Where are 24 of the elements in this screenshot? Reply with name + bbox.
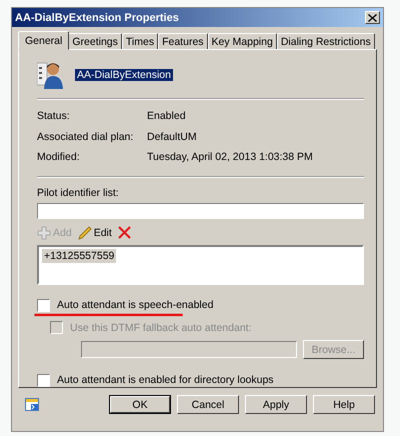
dialog-button[interactable]: Apply — [245, 395, 307, 414]
object-name: AA-DialByExtension — [75, 68, 173, 81]
dialog-button[interactable]: Help — [313, 395, 375, 414]
checkbox-label: Use this DTMF fallback auto attendant: — [70, 322, 252, 334]
tab[interactable]: General — [18, 31, 70, 50]
tab[interactable]: Times — [122, 33, 158, 49]
field-label: Associated dial plan: — [37, 130, 134, 143]
checkbox-label: Auto attendant is speech-enabled — [57, 299, 214, 312]
field-label: Status: — [37, 110, 71, 122]
field-value: Tuesday, April 02, 2013 1:03:38 PM — [147, 150, 313, 163]
tab[interactable]: Features — [158, 33, 208, 49]
tab[interactable]: Key Mapping — [208, 33, 277, 49]
list-item[interactable]: +13125557559 — [42, 248, 116, 263]
tab[interactable]: Greetings — [68, 33, 122, 49]
tab[interactable]: Dialing Restrictions — [276, 33, 375, 49]
field-label: Modified: — [37, 150, 81, 163]
edit-button[interactable]: Edit — [78, 226, 112, 240]
field-label: Pilot identifier list: — [37, 187, 120, 200]
checkbox-label: Auto attendant is enabled for directory lookups — [57, 374, 274, 386]
field-value: Enabled — [147, 110, 186, 122]
field-value: DefaultUM — [147, 130, 197, 143]
window-title: AA-DialByExtension Properties — [15, 12, 179, 24]
dialog-button[interactable]: OK — [109, 395, 171, 414]
dialog-button[interactable]: Cancel — [177, 395, 239, 414]
